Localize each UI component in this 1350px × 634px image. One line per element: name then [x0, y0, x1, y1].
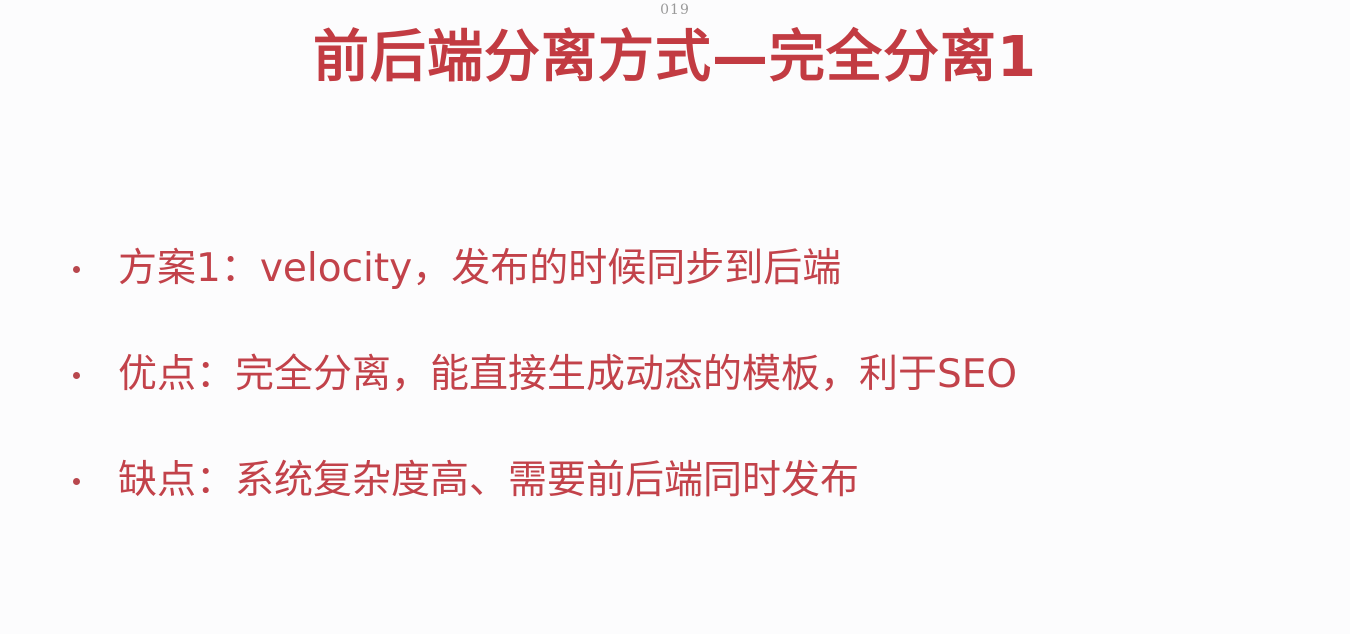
bullet-dot-icon	[73, 266, 80, 273]
bullet-dot-icon	[73, 372, 80, 379]
bullet-text: 优点：完全分离，能直接生成动态的模板，利于SEO	[118, 352, 1018, 397]
bullet-text: 缺点：系统复杂度高、需要前后端同时发布	[118, 458, 860, 503]
slide-title: 前后端分离方式—完全分离1	[313, 25, 1037, 90]
page-number: 019	[660, 2, 690, 18]
bullet-text: 方案1：velocity，发布的时候同步到后端	[118, 246, 842, 291]
bullet-dot-icon	[73, 478, 80, 485]
